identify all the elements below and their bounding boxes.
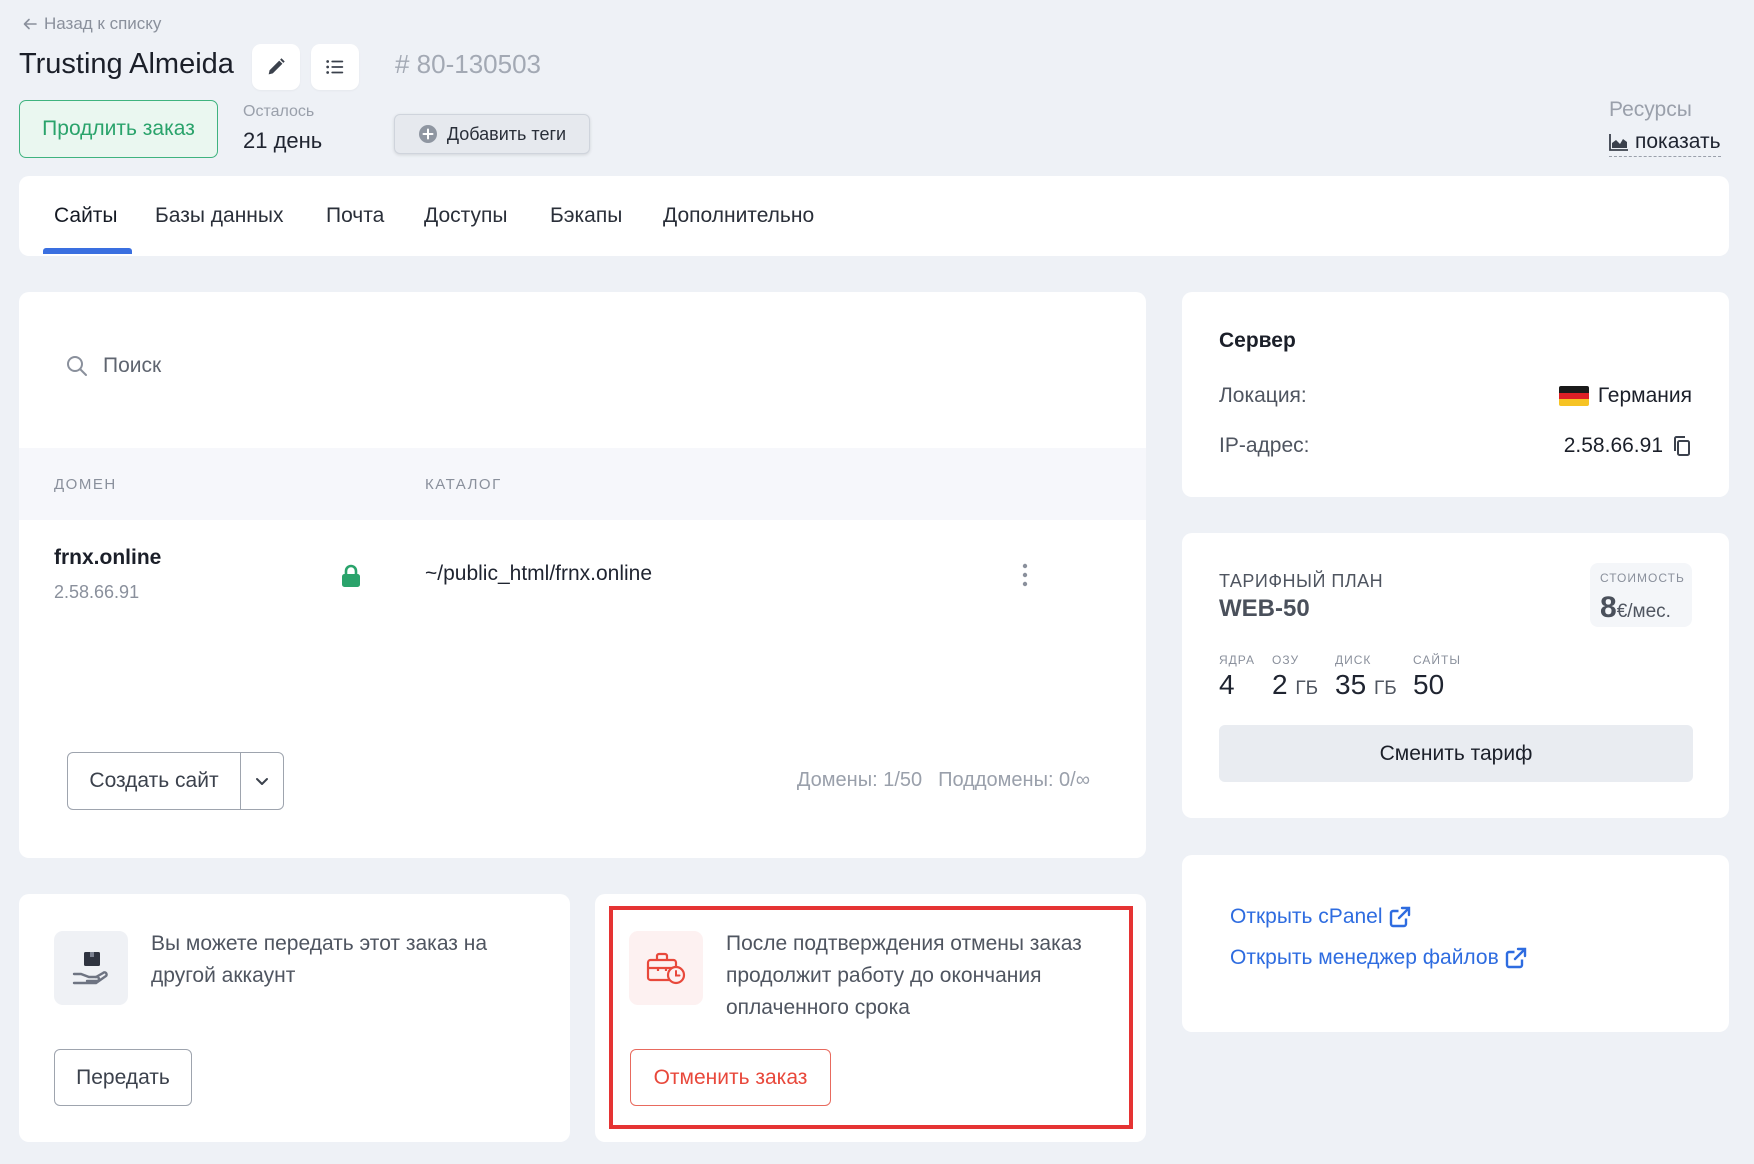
pencil-icon: [268, 58, 285, 75]
back-link[interactable]: Назад к списку: [22, 14, 161, 34]
ip-text: 2.58.66.91: [1563, 434, 1663, 457]
search-input[interactable]: Поиск: [65, 354, 161, 378]
lock-icon: [342, 564, 360, 587]
germany-flag-icon: [1558, 386, 1589, 406]
transfer-button[interactable]: Передать: [54, 1049, 192, 1106]
transfer-icon-box: [54, 931, 128, 1005]
price-box: СТОИМОСТЬ 8€/мес.: [1590, 563, 1692, 627]
links-panel: Открыть cPanel Открыть менеджер файлов: [1182, 855, 1729, 1032]
cancel-order-button[interactable]: Отменить заказ: [630, 1049, 831, 1106]
create-site-button[interactable]: Создать сайт: [68, 753, 241, 809]
spec-disk-label: ДИСК: [1335, 653, 1372, 667]
hand-box-icon: [72, 952, 108, 985]
price-amount: 8: [1600, 591, 1617, 624]
order-title: Trusting Almeida: [19, 48, 234, 80]
spec-ram-value: 2 ГБ: [1272, 669, 1319, 700]
domains-count: Домены: 1/50: [796, 769, 923, 791]
cancel-panel: После подтверждения отмены заказ продолж…: [595, 894, 1146, 1142]
spec-cores-value: 4: [1219, 669, 1235, 700]
price-label: СТОИМОСТЬ: [1600, 571, 1685, 585]
plan-panel: ТАРИФНЫЙ ПЛАН WEB-50 СТОИМОСТЬ 8€/мес. Я…: [1182, 533, 1729, 818]
list-icon: [326, 60, 344, 74]
ip-value: 2.58.66.91: [1564, 434, 1692, 458]
cancel-text: После подтверждения отмены заказ продолж…: [726, 932, 1082, 1019]
order-number: # 80-130503: [395, 49, 542, 79]
price-unit: €/мес.: [1616, 601, 1671, 622]
transfer-text: Вы можете передать этот заказ на другой …: [151, 932, 487, 987]
plus-circle-icon: [418, 125, 437, 143]
tab-access[interactable]: Доступы: [424, 204, 507, 228]
area-chart-icon: [1609, 134, 1628, 151]
edit-button[interactable]: [252, 44, 300, 90]
tab-databases[interactable]: Базы данных: [155, 204, 284, 228]
cancel-icon-box: [629, 931, 703, 1005]
sites-panel: Поиск ДОМЕН КАТАЛОГ frnx.online 2.58.66.…: [19, 292, 1146, 858]
tab-additional[interactable]: Дополнительно: [663, 204, 814, 228]
add-tags-label: Добавить теги: [446, 123, 567, 144]
more-vertical-icon[interactable]: [1021, 562, 1029, 588]
spec-sites-label: САЙТЫ: [1413, 653, 1461, 667]
tab-backups[interactable]: Бэкапы: [550, 204, 622, 228]
search-icon: [67, 356, 87, 376]
catalog-path: ~/public_html/frnx.online: [425, 562, 653, 585]
briefcase-clock-icon: [646, 952, 686, 985]
site-counts: Домены: 1/50 Поддомены: 0/∞: [797, 769, 1090, 792]
resources-label: Ресурсы: [1609, 98, 1692, 121]
add-tags-button[interactable]: Добавить теги: [394, 114, 590, 154]
subdomains-count: Поддомены: 0/∞: [938, 769, 1090, 791]
domain-name[interactable]: frnx.online: [54, 546, 161, 570]
open-file-manager-link[interactable]: Открыть менеджер файлов: [1230, 946, 1527, 970]
arrow-left-icon: [23, 18, 37, 30]
column-domain: ДОМЕН: [54, 476, 117, 493]
open-file-manager-label: Открыть менеджер файлов: [1230, 946, 1499, 969]
active-tab-indicator: [43, 248, 132, 254]
location-text: Германия: [1597, 384, 1692, 407]
tab-mail[interactable]: Почта: [326, 204, 384, 228]
plan-label: ТАРИФНЫЙ ПЛАН: [1219, 571, 1384, 591]
create-site-group: Создать сайт: [67, 752, 284, 810]
spec-disk-value: 35 ГБ: [1335, 669, 1397, 700]
remaining-label: Осталось: [243, 103, 315, 120]
tabs-bar: Сайты Базы данных Почта Доступы Бэкапы Д…: [19, 176, 1729, 256]
external-link-icon: [1389, 906, 1410, 928]
server-panel: Сервер Локация: Германия IP-адрес: 2.58.…: [1182, 292, 1729, 497]
resources-show-link[interactable]: показать: [1609, 130, 1721, 157]
table-header: ДОМЕН КАТАЛОГ: [19, 448, 1146, 520]
search-placeholder: Поиск: [103, 354, 162, 377]
back-link-label: Назад к списку: [44, 14, 162, 33]
chevron-down-icon: [256, 778, 268, 785]
open-cpanel-link[interactable]: Открыть cPanel: [1230, 905, 1411, 929]
tab-sites[interactable]: Сайты: [54, 204, 118, 228]
plan-name: WEB-50: [1219, 595, 1310, 622]
location-label: Локация:: [1219, 384, 1307, 407]
transfer-panel: Вы можете передать этот заказ на другой …: [19, 894, 570, 1142]
remaining-value: 21 день: [243, 128, 323, 153]
column-catalog: КАТАЛОГ: [425, 476, 502, 493]
copy-icon[interactable]: [1672, 435, 1692, 457]
open-cpanel-label: Открыть cPanel: [1230, 905, 1383, 928]
external-link-icon: [1505, 947, 1526, 969]
server-title: Сервер: [1219, 329, 1296, 352]
location-value: Германия: [1558, 384, 1692, 408]
ip-label: IP-адрес:: [1219, 434, 1310, 457]
resources-show-label: показать: [1635, 130, 1721, 153]
spec-sites-value: 50: [1413, 669, 1445, 700]
price-value: 8€/мес.: [1600, 591, 1671, 625]
list-button[interactable]: [311, 44, 359, 90]
extend-order-button[interactable]: Продлить заказ: [19, 100, 218, 158]
domain-ip: 2.58.66.91: [54, 582, 140, 602]
create-site-dropdown[interactable]: [241, 753, 283, 809]
change-plan-button[interactable]: Сменить тариф: [1219, 725, 1693, 782]
spec-cores-label: ЯДРА: [1219, 653, 1255, 667]
spec-ram-label: ОЗУ: [1272, 653, 1300, 667]
